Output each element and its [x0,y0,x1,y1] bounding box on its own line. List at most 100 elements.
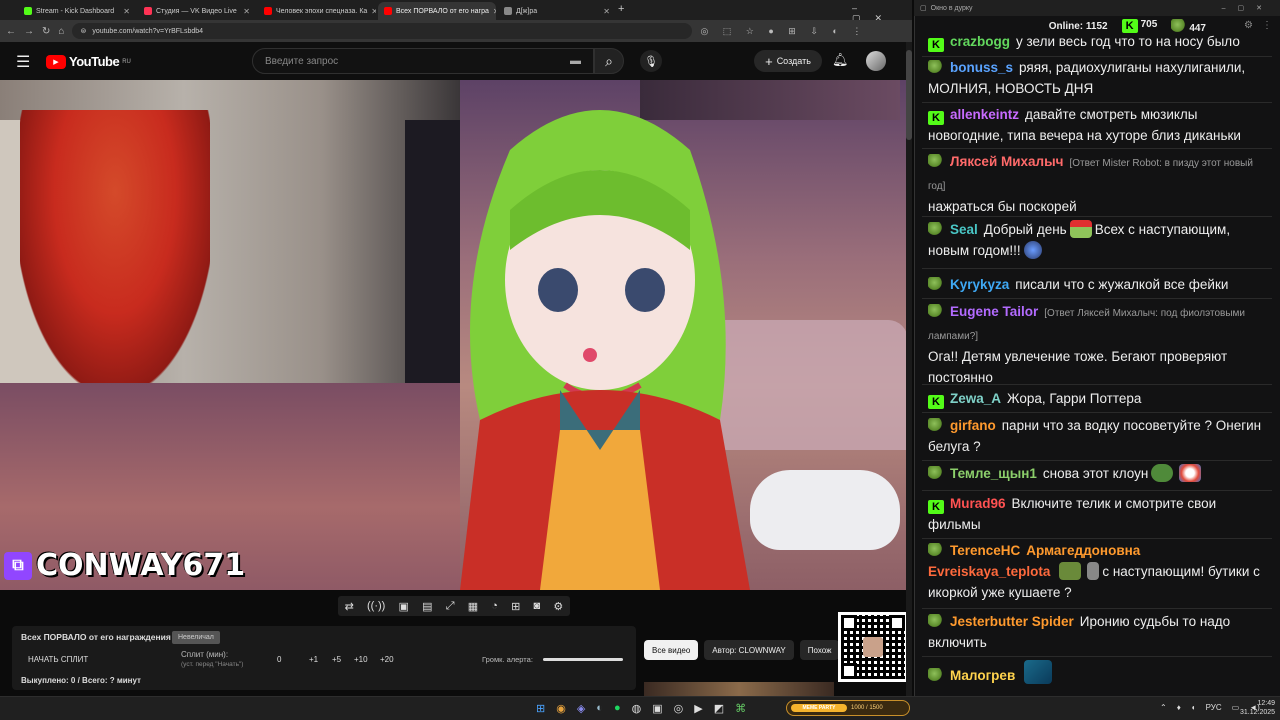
pepe-badge-icon [928,304,944,318]
chat-username[interactable]: Zewa_A [950,391,1001,406]
app-icon[interactable]: ◩ [714,702,724,715]
pepe-badge-icon [928,277,944,291]
headset-icon[interactable]: ◖ [1191,703,1196,712]
frames-icon[interactable]: ▦ [468,600,478,613]
chat-username[interactable]: Evreiskaya_teplota [928,564,1050,579]
app-icon[interactable]: ⌘ [735,702,746,715]
close-icon[interactable]: ✕ [243,7,250,16]
chat-username[interactable]: TerenceHC [950,543,1020,558]
chat-username[interactable]: Eugene Tailor [950,304,1038,319]
create-button[interactable]: + Создать [754,50,822,72]
chat-username[interactable]: Kyrykyza [950,277,1009,292]
site-info-icon[interactable]: ⊜ [80,27,86,35]
menu-icon[interactable]: ⋮ [1262,20,1272,31]
increment-button[interactable]: +10 [354,655,368,664]
window-controls[interactable]: –▢✕ [1222,4,1274,12]
scrollbar-thumb[interactable] [906,50,912,140]
app-icon[interactable]: ▶ [694,702,702,715]
new-tab-button[interactable]: + [618,3,624,15]
youtube-logo[interactable]: ▶ YouTube RU [46,54,131,69]
pepe-icon [1171,18,1188,33]
avatar[interactable] [866,51,886,71]
chip-similar[interactable]: Похож [799,640,840,660]
tab-label: Stream - Kick Dashboard [36,7,115,15]
extensions-icons[interactable]: ◎ ⬚ ☆ ● ⊞ ⇩ ◐ ⋮ [700,26,867,37]
network-icon[interactable]: ▭ [1232,703,1240,712]
app-icon[interactable]: ◍ [632,702,642,715]
back-icon[interactable]: ← [6,26,16,37]
chat-username[interactable]: Ляксей Михалыч [950,154,1064,169]
chat-message: Kcrazbogg у зели весь год что то на носу … [928,32,1268,53]
speed-icon[interactable]: ◔ [491,600,498,612]
mic-icon[interactable]: ♦ [1177,703,1181,712]
chip-author[interactable]: Автор: CLOWNWAY [704,640,794,660]
window-icon: ▢ [920,5,927,12]
chat-username[interactable]: Murad96 [950,496,1006,511]
clock[interactable]: 12:49 31.12.2025 [1240,699,1275,717]
chat-username[interactable]: Малогрев [950,668,1015,683]
browser-tab-active[interactable]: Всех ПОРВАЛО от его награ ✕ [378,2,496,20]
increment-button[interactable]: +5 [332,655,341,664]
gear-icon[interactable]: ⚙ [553,600,563,613]
related-video-thumbnail[interactable] [644,682,834,696]
related-filter-chips: Все видео Автор: CLOWNWAY Похож [644,640,840,660]
browser-tab[interactable]: Студия — VK Видео Live ✕ [138,2,256,20]
start-split-button[interactable]: НАЧАТЬ СПЛИТ [28,655,88,664]
windows-taskbar: ⊞ ◉ ◈ ◐ ● ◍ ▣ ◎ ▶ ◩ ⌘ MEME PARTY 1000 / … [0,696,1280,720]
language-indicator[interactable]: РУС [1206,703,1222,712]
add-icon[interactable]: ⊞ [511,600,520,613]
page-scrollbar[interactable] [906,42,912,696]
keyboard-icon[interactable]: ▬ [570,55,581,67]
chat-username[interactable]: Seal [950,222,978,237]
film-icon[interactable]: ▤ [422,600,432,613]
tab-label: Человек эпохи спецназа. Ка [276,7,368,15]
camera-icon[interactable]: ◙ [534,600,541,612]
resize-icon[interactable]: ⤢ [446,600,455,613]
chat-username[interactable]: crazbogg [950,34,1010,49]
figure-emote [1087,562,1100,580]
chat-username[interactable]: girfano [950,418,996,433]
chat-username[interactable]: allenkeintz [950,107,1019,122]
loop-icon[interactable]: ⇄ [345,600,354,613]
close-icon[interactable]: ✕ [371,7,376,16]
increment-button[interactable]: +1 [309,655,318,664]
browser-tab[interactable]: Человек эпохи спецназа. Ка ✕ [258,2,376,20]
browser-tab[interactable]: Д[ж]ра ✕ [498,2,616,20]
increment-button[interactable]: +20 [380,655,394,664]
forward-icon[interactable]: → [24,26,34,37]
chat-username[interactable]: bonuss_s [950,60,1013,75]
discord-icon[interactable]: ◈ [577,702,585,715]
app-icon[interactable]: ▣ [652,702,662,715]
steam-icon[interactable]: ◐ [596,702,603,715]
vk-icon [144,7,152,15]
chat-username[interactable]: Армагеддоновна [1026,543,1140,558]
url-field[interactable]: ⊜ youtube.com/watch?v=YrBFLsbdb4 [72,23,693,39]
chrome-icon[interactable]: ◉ [556,702,566,715]
url-text: youtube.com/watch?v=YrBFLsbdb4 [92,27,204,35]
voice-search-icon[interactable]: 🎙︎ [640,50,662,72]
menu-icon[interactable]: ☰ [16,52,30,72]
pepe-badge-icon [928,466,944,480]
spotify-icon[interactable]: ● [614,702,621,715]
chevron-up-icon[interactable]: ⌃ [1160,703,1167,712]
chip-all-videos[interactable]: Все видео [644,640,699,660]
picture-icon[interactable]: ▣ [399,600,409,613]
close-icon[interactable]: ✕ [493,7,496,16]
notifications-bell-icon[interactable]: 🔔︎ [832,52,849,68]
alert-volume-slider[interactable] [543,658,623,661]
windows-start-icon[interactable]: ⊞ [536,702,545,715]
chat-username[interactable]: Jesterbutter Spider [950,614,1074,629]
search-button[interactable]: ⌕ [594,48,624,74]
meme-party-widget[interactable]: MEME PARTY 1000 / 1500 [786,700,910,716]
chat-username[interactable]: Темле_щын1 [950,466,1037,481]
home-icon[interactable]: ⌂ [58,26,64,37]
search-input[interactable]: Введите запрос ▬ [252,48,594,74]
settings-icon[interactable]: ⚙ [1244,20,1253,31]
app-icon[interactable]: ◎ [674,702,684,715]
close-icon[interactable]: ✕ [123,7,130,16]
broadcast-icon[interactable]: ((·)) [367,600,385,612]
browser-tab[interactable]: Stream - Kick Dashboard ✕ [18,2,136,20]
reload-icon[interactable]: ↻ [42,26,50,37]
close-icon[interactable]: ✕ [603,7,610,16]
split-value[interactable]: 0 [277,655,281,664]
